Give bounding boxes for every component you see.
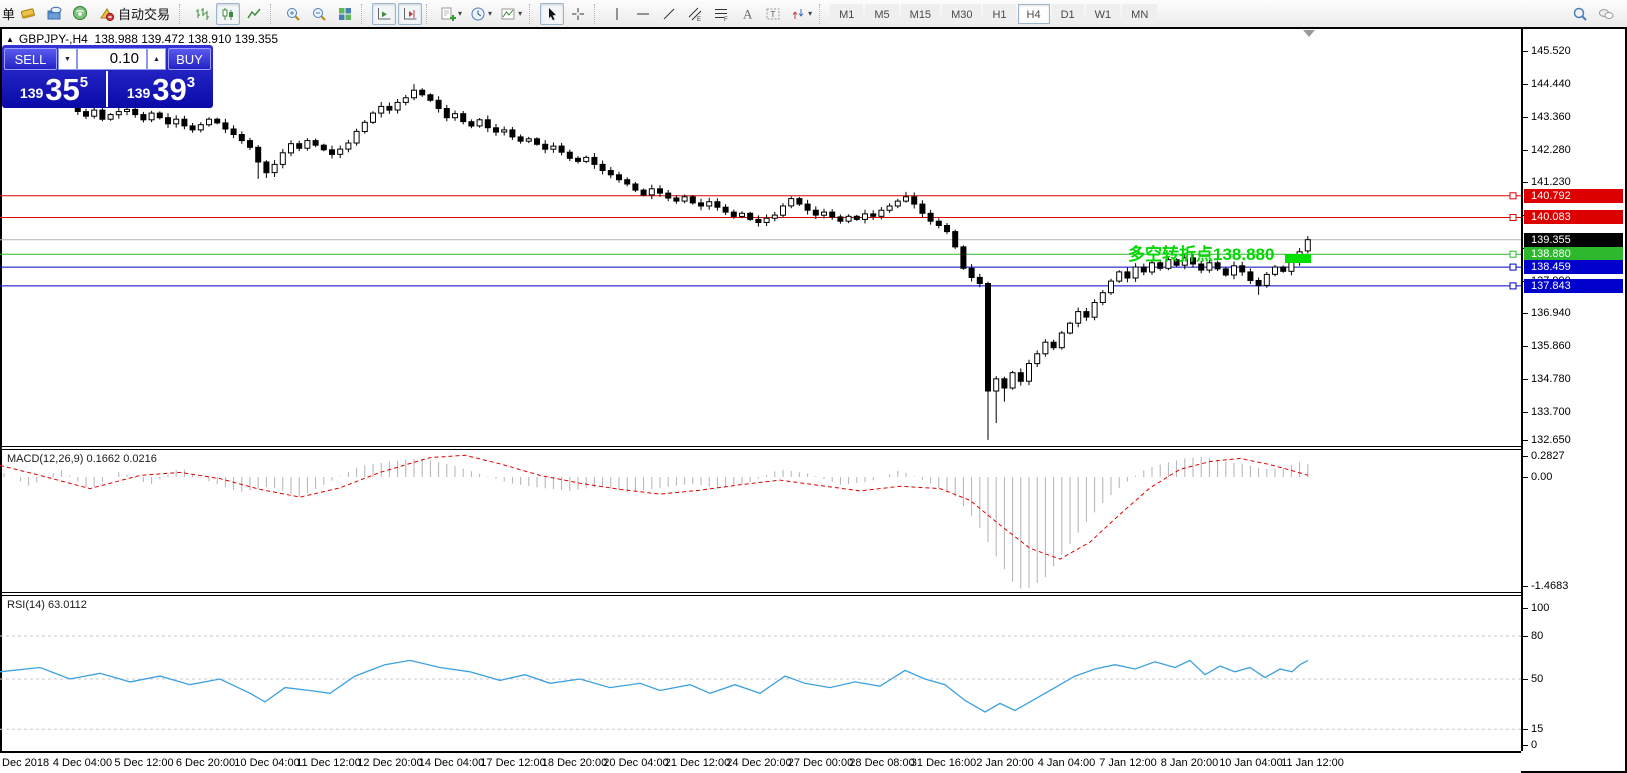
price-tick: 132.650 xyxy=(1523,434,1571,446)
price-tick: 0.00 xyxy=(1523,471,1552,483)
volume-increase-button[interactable]: ▲ xyxy=(147,48,166,70)
price-level-label: 137.843 xyxy=(1524,278,1623,293)
community-button[interactable] xyxy=(1594,3,1618,25)
buy-price[interactable]: 139 39 3 xyxy=(109,70,213,107)
buy-button[interactable]: BUY xyxy=(168,48,211,70)
price-tick: 134.780 xyxy=(1523,373,1571,385)
price-level-label: 138.459 xyxy=(1524,260,1623,275)
price-tick: 141.230 xyxy=(1523,176,1571,188)
community-icon xyxy=(1598,8,1614,19)
collapse-panel-arrow[interactable]: ▲ xyxy=(6,35,14,44)
rsi-value: 63.0112 xyxy=(47,599,87,611)
macd-indicator-label: MACD(12,26,9) 0.1662 0.0216 xyxy=(7,453,157,465)
chart-title: ▲ GBPJPY-,H4 138.988 139.472 138.910 139.… xyxy=(6,32,278,46)
search-button[interactable] xyxy=(1568,3,1592,25)
price-tick: 144.440 xyxy=(1523,78,1571,90)
sell-price[interactable]: 139 35 5 xyxy=(2,70,106,107)
chart-text-annotation[interactable]: 多空转折点138.880 xyxy=(1128,240,1274,265)
symbol-period-label: GBPJPY-,H4 xyxy=(18,32,88,46)
price-tick: 80 xyxy=(1523,630,1543,642)
ohlc-values: 138.988 139.472 138.910 139.355 xyxy=(94,32,279,46)
mt4-window: 单 自动交易 ▾ ▾ ▾ E F A T ▾ M1 M5 M15 M30 H1 H4 D1 W1 MN ▲ GB… xyxy=(0,0,1627,773)
price-axis[interactable]: 145.520144.440143.360142.280141.230140.1… xyxy=(1523,29,1625,751)
toolbar-right-group xyxy=(1567,3,1619,25)
chart-canvas[interactable] xyxy=(0,0,1521,773)
price-tick: 143.360 xyxy=(1523,111,1571,123)
price-tick: 50 xyxy=(1523,673,1543,685)
volume-input[interactable]: 0.10 xyxy=(77,48,147,70)
current-price-label: 139.355 xyxy=(1524,232,1623,247)
price-tick: 15 xyxy=(1523,723,1543,735)
price-level-label: 140.792 xyxy=(1524,188,1623,203)
price-tick: 0 xyxy=(1523,739,1537,751)
macd-value-signal: 0.0216 xyxy=(123,453,157,465)
highlight-rectangle[interactable] xyxy=(1285,254,1311,263)
rsi-indicator-label: RSI(14) 63.0112 xyxy=(7,599,87,611)
price-tick: -1.4683 xyxy=(1523,580,1568,592)
one-click-trading-panel: SELL ▼ 0.10 ▲ BUY 139 35 5 139 39 3 xyxy=(2,45,213,108)
price-level-label: 140.083 xyxy=(1524,210,1623,225)
sell-button[interactable]: SELL xyxy=(4,48,57,70)
trade-panel-divider xyxy=(106,71,108,107)
price-tick: 145.520 xyxy=(1523,45,1571,57)
price-tick: 135.860 xyxy=(1523,340,1571,352)
price-tick: 136.940 xyxy=(1523,307,1571,319)
chart-shift-marker[interactable] xyxy=(1303,30,1315,37)
price-tick: 0.2827 xyxy=(1523,450,1565,462)
macd-value-main: 0.1662 xyxy=(86,453,121,465)
price-tick: 100 xyxy=(1523,602,1549,614)
search-icon xyxy=(1573,7,1587,21)
price-tick: 133.700 xyxy=(1523,406,1571,418)
price-tick: 142.280 xyxy=(1523,144,1571,156)
volume-decrease-button[interactable]: ▼ xyxy=(58,48,77,70)
